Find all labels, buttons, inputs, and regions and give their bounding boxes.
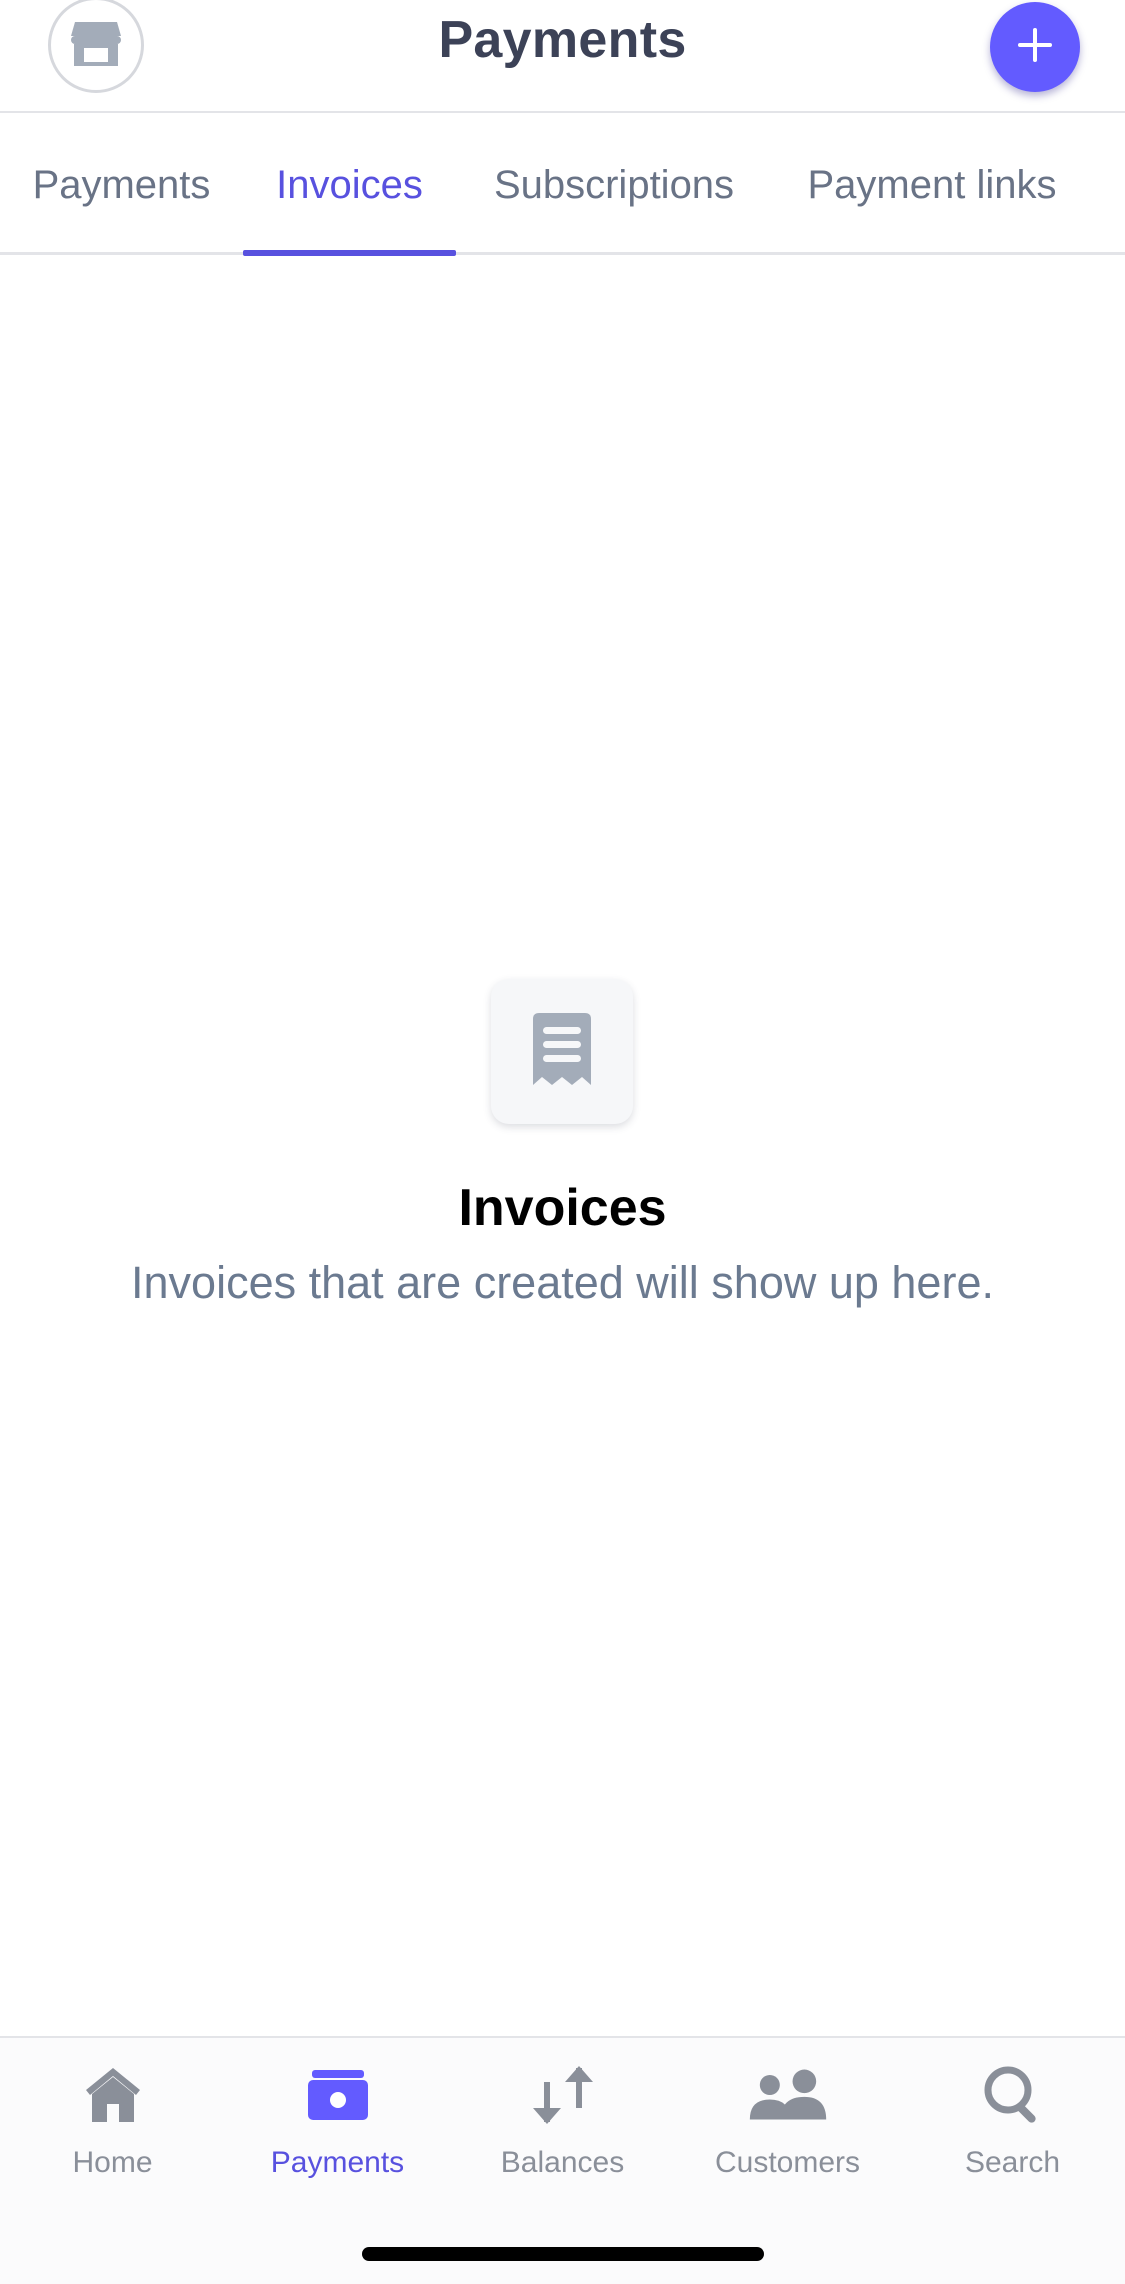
balances-icon xyxy=(523,2060,603,2130)
tab-payments[interactable]: Payments xyxy=(0,115,243,255)
empty-state-title: Invoices xyxy=(458,1179,667,1237)
nav-label: Balances xyxy=(500,2146,625,2179)
empty-state-subtitle: Invoices that are created will show up h… xyxy=(131,1257,994,1308)
tab-label: Invoices xyxy=(276,162,423,207)
tab-label: Payments xyxy=(32,162,211,207)
header: Payments xyxy=(0,0,1125,113)
plus-icon xyxy=(1015,25,1055,70)
tab-bar: Payments Invoices Subscriptions Payment … xyxy=(0,115,1125,256)
active-tab-indicator xyxy=(243,250,456,256)
nav-label: Home xyxy=(72,2146,153,2179)
payments-icon xyxy=(298,2060,378,2130)
nav-search[interactable]: Search xyxy=(900,2060,1125,2210)
tab-subscriptions[interactable]: Subscriptions xyxy=(456,115,772,255)
tab-invoices[interactable]: Invoices xyxy=(243,115,456,255)
app-screen: Payments Payments Invoices Subscriptions… xyxy=(0,0,1125,2284)
empty-state-icon-box xyxy=(491,979,633,1124)
nav-balances[interactable]: Balances xyxy=(450,2060,675,2210)
customers-icon xyxy=(748,2060,828,2130)
tab-payment-links[interactable]: Payment links xyxy=(772,115,1092,255)
home-icon xyxy=(73,2060,153,2130)
nav-payments[interactable]: Payments xyxy=(225,2060,450,2210)
home-indicator[interactable] xyxy=(362,2247,764,2261)
receipt-icon xyxy=(529,1011,595,1092)
nav-label: Search xyxy=(964,2146,1061,2179)
nav-home[interactable]: Home xyxy=(0,2060,225,2210)
tab-label: Payment links xyxy=(807,162,1057,207)
nav-label: Payments xyxy=(270,2146,405,2179)
nav-label: Customers xyxy=(714,2146,861,2179)
page-title: Payments xyxy=(438,11,687,69)
add-button[interactable] xyxy=(990,2,1080,92)
search-icon xyxy=(973,2060,1053,2130)
nav-customers[interactable]: Customers xyxy=(675,2060,900,2210)
tab-label: Subscriptions xyxy=(493,162,735,207)
